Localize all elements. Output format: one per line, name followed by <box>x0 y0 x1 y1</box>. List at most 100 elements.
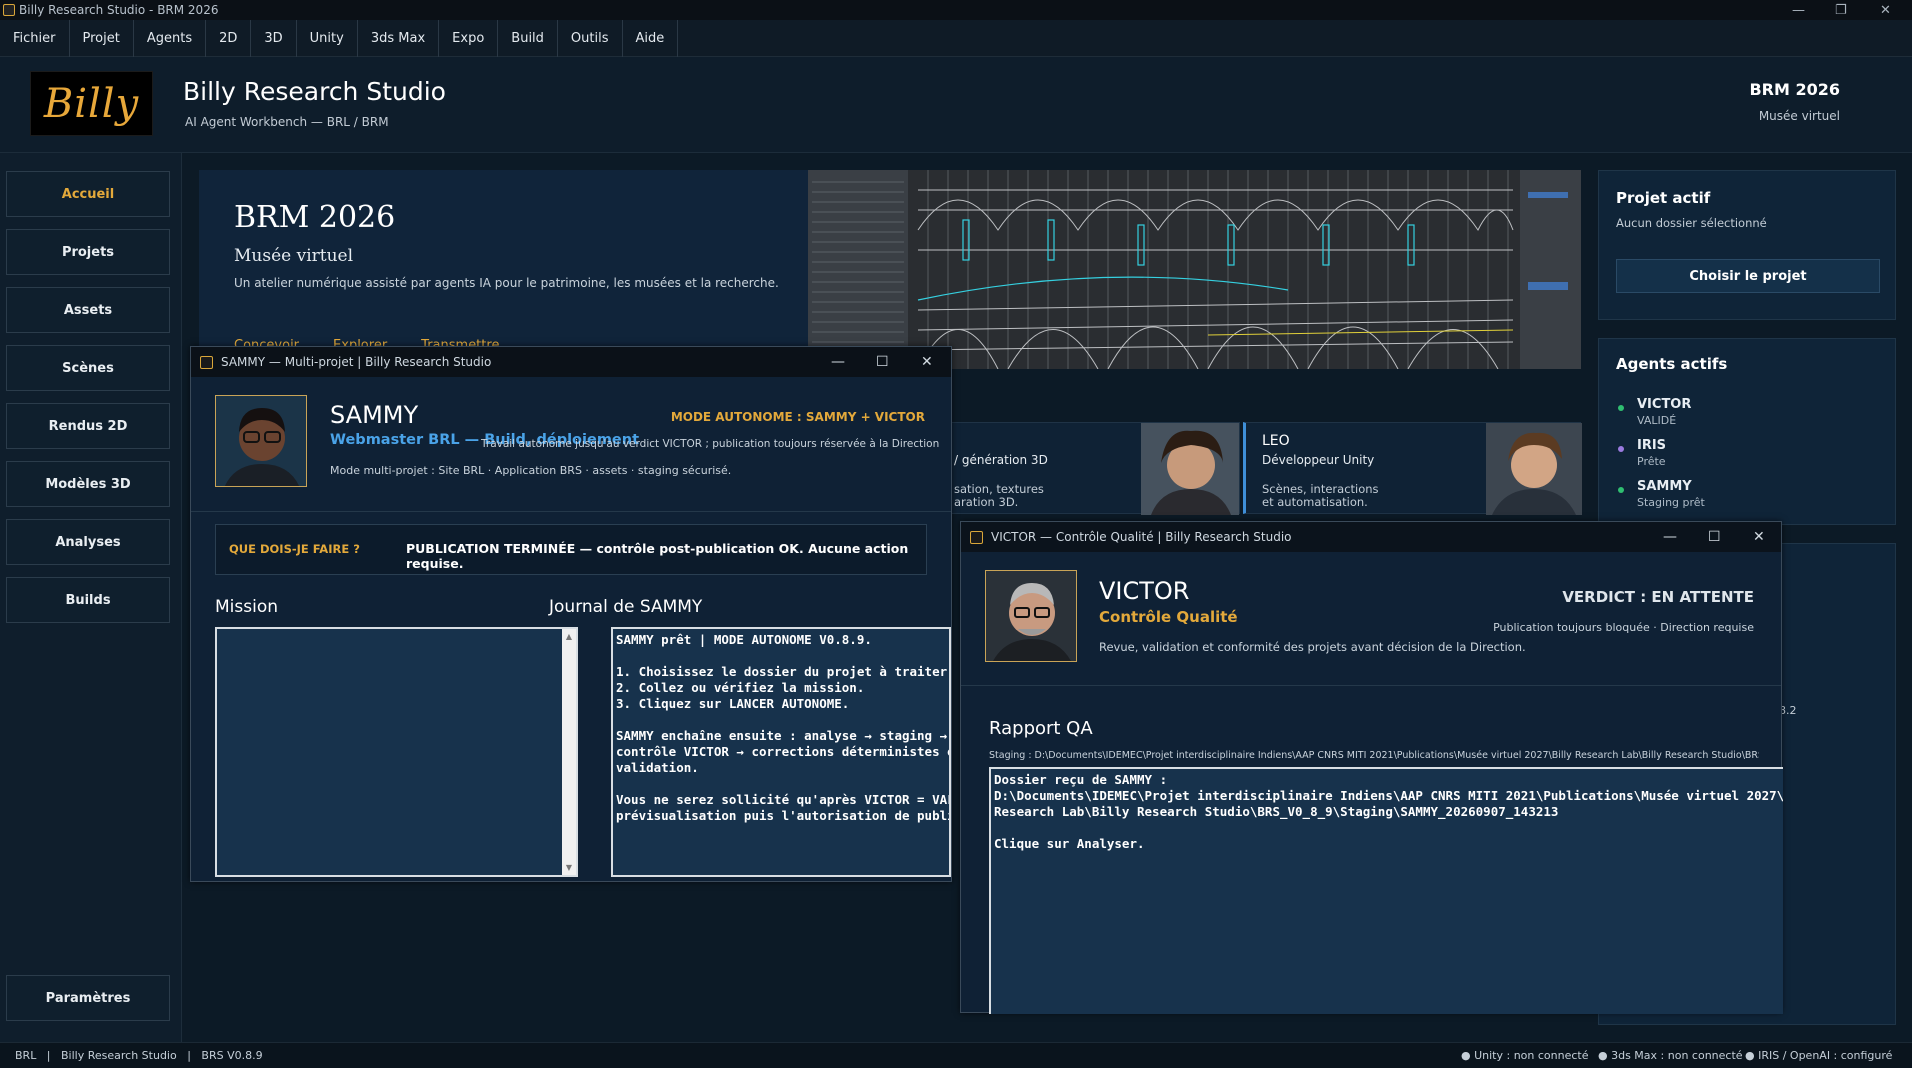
agent-card-role: / génération 3D <box>954 453 1048 467</box>
header-project-subtitle: Musée virtuel <box>1758 109 1840 123</box>
agents-list: VICTOR VALIDÉ IRIS Prête SAMMY Staging p… <box>1618 397 1868 517</box>
victor-avatar <box>985 570 1077 662</box>
nav-analyses[interactable]: Analyses <box>6 519 170 565</box>
sammy-note: Travail autonome jusqu'au verdict VICTOR… <box>481 438 940 450</box>
nav-assets[interactable]: Assets <box>6 287 170 333</box>
close-icon[interactable]: ✕ <box>1880 0 1891 20</box>
app-title: Billy Research Studio <box>183 77 446 106</box>
sammy-window-title: SAMMY — Multi-projet | Billy Research St… <box>221 355 492 369</box>
victor-name: VICTOR <box>1099 577 1190 605</box>
hero-description: Un atelier numérique assisté par agents … <box>234 276 779 290</box>
qa-report-textarea[interactable]: Dossier reçu de SAMMY : D:\Documents\IDE… <box>989 767 1783 1014</box>
hero-title: BRM 2026 <box>234 200 396 235</box>
question-label: QUE DOIS-JE FAIRE ? <box>229 542 360 556</box>
window-title-bar: Billy Research Studio - BRM 2026 — ❐ ✕ <box>0 0 1912 20</box>
nav-rendus-2d[interactable]: Rendus 2D <box>6 403 170 449</box>
agent-row-sammy[interactable]: SAMMY Staging prêt <box>1618 479 1705 509</box>
journal-textarea[interactable]: SAMMY prêt | MODE AUTONOME V0.8.9. 1. Ch… <box>611 627 951 877</box>
status-bar: BRL | Billy Research Studio | BRS V0.8.9… <box>0 1042 1912 1068</box>
menu-2d[interactable]: 2D <box>206 20 252 57</box>
menu-aide[interactable]: Aide <box>623 20 679 57</box>
status-dot-icon <box>1618 487 1624 493</box>
nav-accueil[interactable]: Accueil <box>6 171 170 217</box>
victor-window: VICTOR — Contrôle Qualité | Billy Resear… <box>960 521 1783 1014</box>
nav-scenes[interactable]: Scènes <box>6 345 170 391</box>
agent-card-leo[interactable]: LEO Développeur Unity Scènes, interactio… <box>1243 422 1582 515</box>
nav-modeles-3d[interactable]: Modèles 3D <box>6 461 170 507</box>
agent-name: SAMMY <box>1637 479 1692 494</box>
victor-window-title: VICTOR — Contrôle Qualité | Billy Resear… <box>991 530 1292 544</box>
app-header: Billy Billy Research Studio AI Agent Wor… <box>0 57 1912 153</box>
minimize-icon[interactable]: — <box>1663 522 1677 552</box>
menu-projet[interactable]: Projet <box>70 20 134 57</box>
publication-note: Publication toujours bloquée · Direction… <box>1493 621 1754 634</box>
mission-label: Mission <box>215 597 279 617</box>
status-left: BRL | Billy Research Studio | BRS V0.8.9 <box>15 1049 263 1062</box>
journal-label: Journal de SAMMY <box>549 597 703 617</box>
maximize-icon[interactable]: ☐ <box>876 347 889 377</box>
victor-role: Contrôle Qualité <box>1099 608 1238 626</box>
agent-photo-leo <box>1486 423 1582 515</box>
agent-photo-iris <box>1141 423 1239 515</box>
menu-3dsmax[interactable]: 3ds Max <box>358 20 440 57</box>
scrollbar[interactable]: ▲ ▼ <box>562 629 576 875</box>
menu-agents[interactable]: Agents <box>134 20 207 57</box>
app-icon <box>970 530 983 544</box>
nav-parametres[interactable]: Paramètres <box>6 975 170 1021</box>
app-subtitle: AI Agent Workbench — BRL / BRM <box>185 115 389 129</box>
menu-outils[interactable]: Outils <box>558 20 623 57</box>
agent-row-iris[interactable]: IRIS Prête <box>1618 438 1666 468</box>
sammy-scope: Mode multi-projet : Site BRL · Applicati… <box>330 464 732 477</box>
menu-3d[interactable]: 3D <box>251 20 297 57</box>
nav-builds[interactable]: Builds <box>6 577 170 623</box>
menu-build[interactable]: Build <box>498 20 558 57</box>
victor-description: Revue, validation et conformité des proj… <box>1099 640 1526 654</box>
sammy-name: SAMMY <box>330 401 419 429</box>
agent-card-role: Développeur Unity <box>1262 453 1375 467</box>
active-agents-title: Agents actifs <box>1616 355 1728 373</box>
close-icon[interactable]: ✕ <box>921 347 933 377</box>
app-icon <box>200 355 213 369</box>
agent-card-desc: Scènes, interactions et automatisation. <box>1262 482 1379 509</box>
status-3dsmax: ● 3ds Max : non connecté <box>1598 1049 1743 1062</box>
agent-status: VALIDÉ <box>1637 414 1677 427</box>
mission-textarea[interactable]: ▲ ▼ <box>215 627 578 877</box>
menu-bar: Fichier Projet Agents 2D 3D Unity 3ds Ma… <box>0 20 1912 57</box>
agent-name: VICTOR <box>1637 397 1692 412</box>
minimize-icon[interactable]: — <box>831 347 845 377</box>
menu-fichier[interactable]: Fichier <box>0 20 70 57</box>
billy-logo: Billy <box>30 71 153 136</box>
status-unity: ● Unity : non connecté <box>1461 1049 1589 1062</box>
agent-row-victor[interactable]: VICTOR VALIDÉ <box>1618 397 1691 427</box>
victor-title-bar: VICTOR — Contrôle Qualité | Billy Resear… <box>961 522 1781 552</box>
agent-name: IRIS <box>1637 438 1667 453</box>
active-agents-panel: Agents actifs VICTOR VALIDÉ IRIS Prête S… <box>1598 338 1896 525</box>
minimize-icon[interactable]: — <box>1792 0 1805 20</box>
hero-panel: BRM 2026 Musée virtuel Un atelier numéri… <box>199 170 808 369</box>
agent-status: Prête <box>1637 455 1666 468</box>
menu-expo[interactable]: Expo <box>439 20 499 57</box>
report-label: Rapport QA <box>989 718 1093 739</box>
status-dot-icon <box>1618 446 1624 452</box>
app-icon <box>3 4 15 16</box>
window-title: Billy Research Studio - BRM 2026 <box>19 3 219 17</box>
nav-projets[interactable]: Projets <box>6 229 170 275</box>
agent-card-name: LEO <box>1262 433 1290 449</box>
close-icon[interactable]: ✕ <box>1753 522 1765 552</box>
project-panel: Projet actif Aucun dossier sélectionné C… <box>1598 170 1896 320</box>
restore-icon[interactable]: ❐ <box>1835 0 1847 20</box>
sammy-title-bar: SAMMY — Multi-projet | Billy Research St… <box>191 347 951 377</box>
sidebar: Accueil Projets Assets Scènes Rendus 2D … <box>0 153 182 1042</box>
status-dot-icon <box>1618 405 1624 411</box>
sammy-mode: MODE AUTONOME : SAMMY + VICTOR <box>670 410 925 424</box>
sammy-window: SAMMY — Multi-projet | Billy Research St… <box>190 346 952 882</box>
header-project-title: BRM 2026 <box>1749 80 1840 99</box>
staging-path: Staging : D:\Documents\IDEMEC\Projet int… <box>989 750 1759 761</box>
menu-unity[interactable]: Unity <box>297 20 358 57</box>
project-panel-title: Projet actif <box>1616 189 1711 207</box>
maximize-icon[interactable]: ☐ <box>1708 522 1721 552</box>
choose-project-button[interactable]: Choisir le projet <box>1616 259 1880 293</box>
scroll-down-icon[interactable]: ▼ <box>562 863 576 872</box>
scroll-up-icon[interactable]: ▲ <box>562 632 576 641</box>
agent-status: Staging prêt <box>1637 496 1705 509</box>
